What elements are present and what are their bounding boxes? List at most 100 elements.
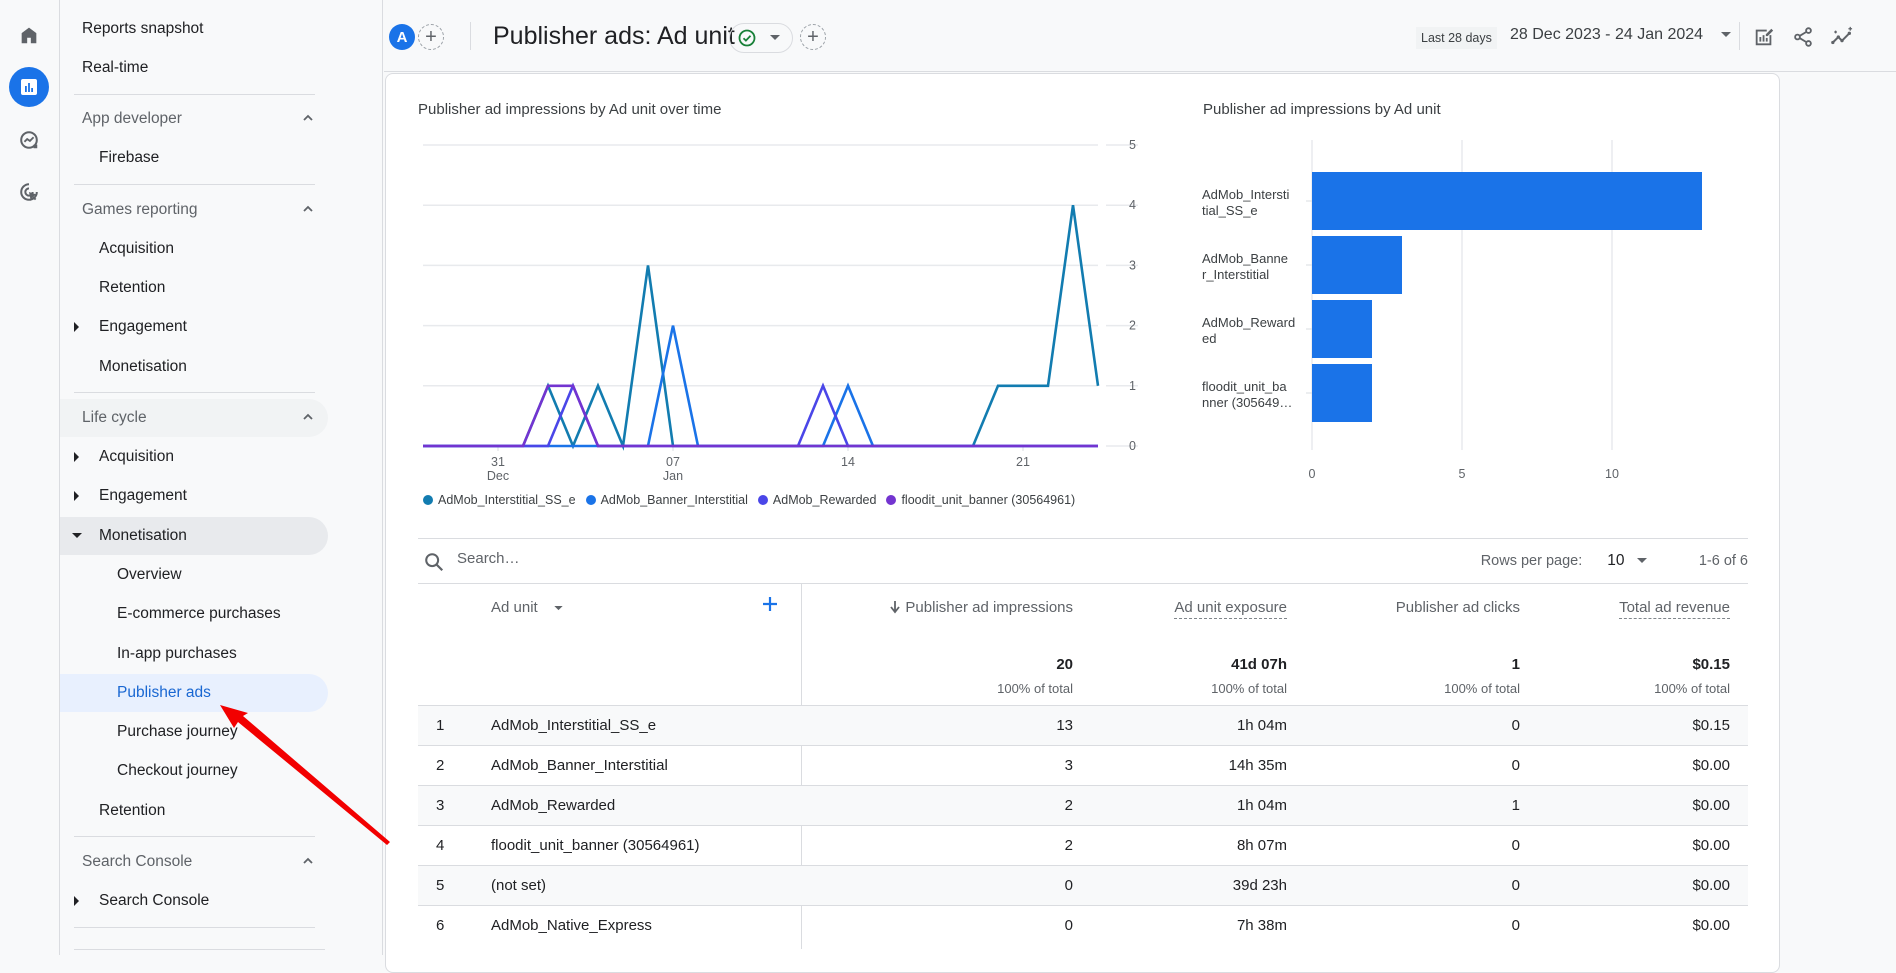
- sidebar-item-firebase[interactable]: Firebase: [60, 139, 328, 177]
- table-row[interactable]: 5 (not set) 0 39d 23h 0 $0.00: [418, 865, 1748, 905]
- revenue-cell: $0.00: [1692, 877, 1730, 894]
- sidebar-item-games-acquisition[interactable]: Acquisition: [60, 230, 328, 268]
- sidebar-item-lc-engagement[interactable]: Engagement: [60, 477, 328, 515]
- sidebar-item-search-console[interactable]: Search Console: [60, 882, 328, 920]
- category-label: tial_SS_e: [1202, 203, 1258, 218]
- sidebar-item-lc-monetisation[interactable]: Monetisation: [60, 517, 328, 555]
- total-revenue: $0.15: [1692, 656, 1730, 673]
- line-chart-title: Publisher ad impressions by Ad unit over…: [418, 101, 722, 118]
- explore-button[interactable]: [9, 120, 49, 160]
- rows-per-page-select[interactable]: 10: [1607, 552, 1647, 570]
- exposure-cell: 8h 07m: [1236, 837, 1287, 854]
- legend-item[interactable]: AdMob_Rewarded: [757, 493, 876, 507]
- divider: [74, 184, 315, 185]
- sidebar-item-games-engagement[interactable]: Engagement: [60, 308, 328, 346]
- row-index: 5: [436, 877, 445, 894]
- table-row[interactable]: 2 AdMob_Banner_Interstitial 3 14h 35m 0 $0.00: [418, 745, 1748, 785]
- table-row[interactable]: 4 floodit_unit_banner (30564961) 2 8h 07m 0 $…: [418, 825, 1748, 865]
- clicks-cell: 0: [1511, 917, 1520, 934]
- x-tick-label: 21: [1016, 455, 1030, 469]
- sidebar-item-lc-retention[interactable]: Retention: [60, 792, 328, 830]
- clicks-cell: 0: [1511, 757, 1520, 774]
- column-header-impressions[interactable]: Publisher ad impressions: [889, 599, 1073, 616]
- insights-button[interactable]: [1827, 22, 1857, 52]
- divider: [1739, 22, 1740, 50]
- divider: [418, 538, 1748, 539]
- advertising-button[interactable]: [9, 172, 49, 212]
- report-status-dropdown[interactable]: [729, 23, 793, 53]
- date-range-picker[interactable]: 28 Dec 2023 - 24 Jan 2024: [1510, 26, 1732, 44]
- sidebar-item-publisher-ads[interactable]: Publisher ads: [60, 674, 328, 712]
- pagination-range: 1-6 of 6: [1698, 553, 1748, 569]
- caret-right-icon: [74, 452, 79, 462]
- x-tick-label: 07: [666, 455, 680, 469]
- bar: [1312, 300, 1372, 358]
- sidebar-item-purchase-journey[interactable]: Purchase journey: [60, 713, 328, 751]
- search-icon: [425, 553, 444, 572]
- sidebar-item-games-monetisation[interactable]: Monetisation: [60, 348, 328, 386]
- share-button[interactable]: [1788, 22, 1818, 52]
- impressions-cell: 0: [1064, 877, 1073, 894]
- comparison-avatar[interactable]: A: [389, 24, 415, 50]
- clicks-cell: 0: [1511, 837, 1520, 854]
- customize-report-button[interactable]: [1749, 22, 1779, 52]
- sidebar-item-checkout-journey[interactable]: Checkout journey: [60, 752, 328, 790]
- line-chart-legend: AdMob_Interstitial_SS_e AdMob_Banner_Int…: [423, 493, 1075, 507]
- sort-descending-icon: [890, 601, 901, 614]
- y-tick-label: 2: [1129, 319, 1136, 333]
- category-label: nner (305649…: [1202, 395, 1292, 410]
- category-label: r_Interstitial: [1202, 267, 1269, 282]
- sidebar-item-overview[interactable]: Overview: [60, 556, 328, 594]
- reports-button[interactable]: [9, 67, 49, 107]
- add-filter-button[interactable]: +: [800, 24, 826, 50]
- plus-icon: +: [425, 26, 437, 48]
- sidebar-nav: Reports snapshot Real-time App developer…: [60, 0, 383, 955]
- table-row[interactable]: 3 AdMob_Rewarded 2 1h 04m 1 $0.00: [418, 785, 1748, 825]
- series-line-3: [423, 384, 1098, 448]
- y-tick-label: 1: [1129, 379, 1136, 393]
- clicks-cell: 1: [1511, 797, 1520, 814]
- sidebar-item-ecommerce-purchases[interactable]: E-commerce purchases: [60, 595, 328, 633]
- table-search-input[interactable]: [457, 550, 857, 567]
- table-row[interactable]: 6 AdMob_Native_Express 0 7h 38m 0 $0.00: [418, 905, 1748, 945]
- column-header-clicks[interactable]: Publisher ad clicks: [1396, 599, 1520, 616]
- x-tick-label: 10: [1605, 467, 1619, 480]
- chevron-up-icon: [303, 413, 313, 420]
- dropdown-arrow-icon: [770, 35, 780, 40]
- line-chart: 0 1 2 3 4 5 31Dec 07Jan 14 21: [423, 138, 1138, 483]
- sidebar-item-lc-acquisition[interactable]: Acquisition: [60, 438, 328, 476]
- dimension-header-ad-unit[interactable]: Ad unit: [491, 599, 563, 616]
- total-impressions-pct: 100% of total: [997, 681, 1073, 696]
- add-dimension-button[interactable]: [762, 596, 778, 617]
- home-button[interactable]: [9, 15, 49, 55]
- column-header-exposure[interactable]: Ad unit exposure: [1174, 599, 1287, 619]
- sidebar-item-reports-snapshot[interactable]: Reports snapshot: [60, 10, 328, 48]
- section-app-developer[interactable]: App developer: [60, 100, 328, 138]
- legend-item[interactable]: AdMob_Banner_Interstitial: [585, 493, 748, 507]
- sidebar-item-real-time[interactable]: Real-time: [60, 49, 328, 87]
- revenue-cell: $0.00: [1692, 917, 1730, 934]
- divider: [74, 949, 325, 950]
- total-clicks: 1: [1511, 656, 1520, 673]
- y-tick-label: 3: [1129, 258, 1136, 272]
- legend-item[interactable]: floodit_unit_banner (30564961): [886, 493, 1075, 507]
- impressions-cell: 2: [1064, 797, 1073, 814]
- table-row[interactable]: 1 AdMob_Interstitial_SS_e 13 1h 04m 0 $0.15: [418, 705, 1748, 745]
- impressions-cell: 0: [1064, 917, 1073, 934]
- caret-right-icon: [74, 896, 79, 906]
- section-life-cycle[interactable]: Life cycle: [60, 399, 328, 437]
- caret-right-icon: [74, 322, 79, 332]
- add-comparison-button[interactable]: +: [418, 24, 444, 50]
- bar: [1312, 364, 1372, 422]
- exposure-cell: 14h 35m: [1228, 757, 1287, 774]
- y-tick-label: 4: [1129, 198, 1136, 212]
- x-tick-label: 31: [491, 455, 505, 469]
- sidebar-item-games-retention[interactable]: Retention: [60, 269, 328, 307]
- section-games-reporting[interactable]: Games reporting: [60, 191, 328, 229]
- column-header-revenue[interactable]: Total ad revenue: [1619, 599, 1730, 619]
- legend-item[interactable]: AdMob_Interstitial_SS_e: [423, 493, 576, 507]
- section-search-console[interactable]: Search Console: [60, 843, 328, 881]
- sidebar-item-in-app-purchases[interactable]: In-app purchases: [60, 635, 328, 673]
- check-circle-icon: [738, 29, 756, 47]
- total-exposure: 41d 07h: [1231, 656, 1287, 673]
